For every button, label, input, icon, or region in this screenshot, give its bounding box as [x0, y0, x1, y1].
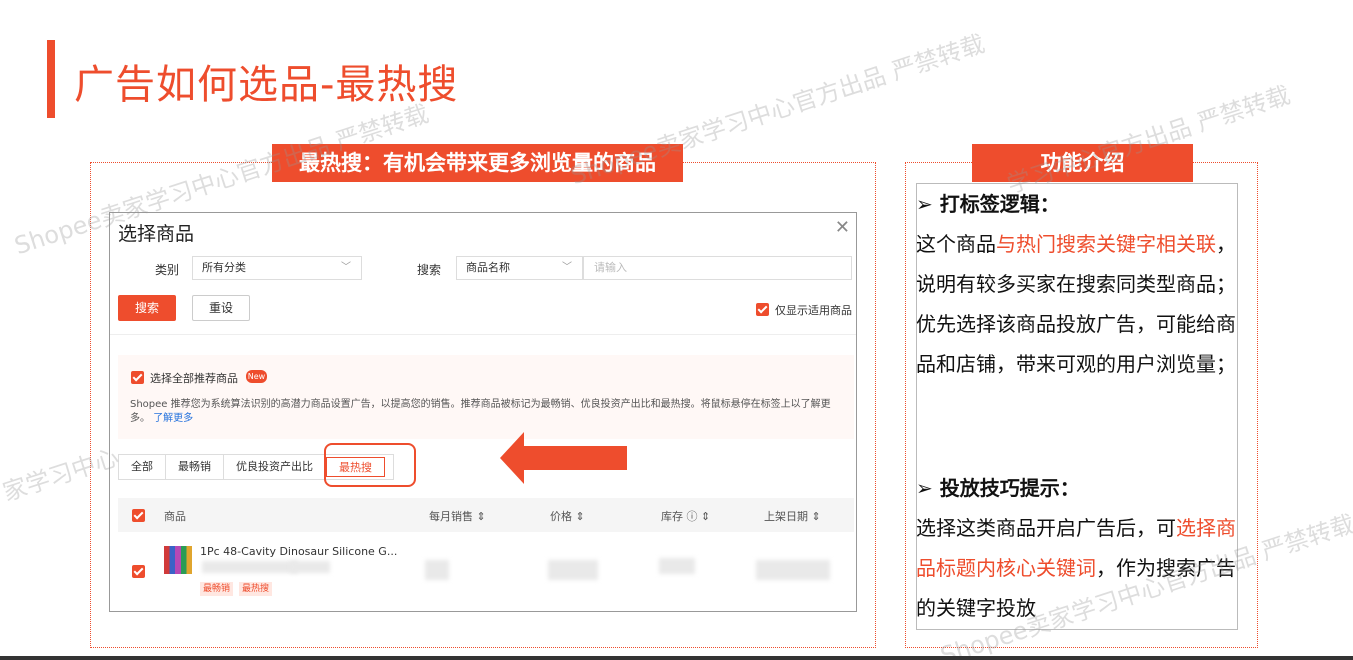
tab-all[interactable]: 全部	[119, 455, 166, 479]
category-value: 所有分类	[202, 261, 246, 274]
search-button[interactable]: 搜索	[118, 295, 176, 321]
right-panel-tag: 功能介绍	[972, 144, 1193, 182]
select-all-checkbox[interactable]	[131, 371, 144, 384]
section1-text-a: 这个商品	[916, 232, 996, 256]
page-title: 广告如何选品-最热搜	[74, 62, 459, 108]
recommend-box	[118, 355, 854, 439]
bottom-divider	[0, 656, 1353, 660]
title-accent-bar	[47, 40, 55, 118]
description-text: Shopee 推荐您为系统算法识别的高潜力商品设置广告，以提高您的销售。推荐商品…	[130, 399, 831, 424]
pointer-arrow-icon	[500, 432, 627, 484]
section2-text-a: 选择这类商品开启广告后，可	[916, 516, 1176, 540]
chevron-down-icon: ﹀	[562, 262, 572, 273]
close-icon[interactable]: ✕	[835, 217, 850, 238]
section1-highlight: 与热门搜索关键字相关联	[996, 232, 1216, 256]
header-checkbox[interactable]	[132, 509, 145, 522]
blurred-stock	[659, 558, 695, 574]
badge-best-selling: 最畅销	[200, 582, 234, 596]
search-type-value: 商品名称	[466, 261, 510, 274]
category-label: 类别	[155, 263, 180, 277]
product-name: 1Pc 48-Cavity Dinosaur Silicone G...	[200, 545, 398, 558]
new-badge: New	[246, 370, 267, 383]
blurred-text	[202, 561, 298, 573]
blurred-price	[548, 560, 598, 580]
only-show-checkbox[interactable]	[756, 303, 769, 316]
search-input[interactable]: 请输入	[583, 256, 852, 280]
column-monthly-sales[interactable]: 每月销售 ⇕	[429, 508, 486, 524]
reset-button[interactable]: 重设	[192, 295, 250, 321]
recommend-description: Shopee 推荐您为系统算法识别的高潜力商品设置广告，以提高您的销售。推荐商品…	[130, 398, 842, 426]
select-all-label: 选择全部推荐商品	[150, 372, 238, 385]
section1-heading: ➢ 打标签逻辑：	[916, 192, 1060, 216]
section2-heading: ➢ 投放技巧提示：	[916, 476, 1080, 500]
table-header	[118, 498, 854, 532]
search-label: 搜索	[417, 263, 442, 277]
row-checkbox[interactable]	[132, 565, 145, 578]
tab-highlight-box	[324, 443, 416, 487]
blurred-date	[756, 560, 830, 580]
left-panel-tag: 最热搜：有机会带来更多浏览量的商品	[272, 144, 683, 182]
learn-more-link[interactable]: 了解更多	[153, 413, 193, 424]
column-product: 商品	[164, 510, 186, 523]
only-show-label: 仅显示适用商品	[775, 304, 852, 317]
tab-good-roi[interactable]: 优良投资产出比	[224, 455, 326, 479]
select-product-modal: 选择商品 ✕ 类别 所有分类 ﹀ 搜索 商品名称 ﹀ 请输入 搜索 重设 仅显示…	[109, 212, 857, 612]
blurred-sales	[425, 560, 449, 580]
column-listing-date[interactable]: 上架日期 ⇕	[764, 508, 821, 524]
product-thumbnail	[164, 546, 192, 574]
badge-top-search: 最热搜	[239, 582, 273, 596]
tab-best-selling[interactable]: 最畅销	[166, 455, 224, 479]
divider	[110, 334, 856, 335]
search-type-select[interactable]: 商品名称 ﹀	[456, 256, 583, 280]
chevron-down-icon: ﹀	[341, 262, 351, 273]
blurred-text	[290, 561, 330, 573]
column-stock[interactable]: 库存 ⓘ ⇕	[661, 508, 710, 524]
category-select[interactable]: 所有分类 ﹀	[192, 256, 362, 280]
modal-title: 选择商品	[118, 223, 195, 245]
section1-body: 这个商品与热门搜索关键字相关联，说明有较多买家在搜索同类型商品；优先选择该商品投…	[916, 224, 1246, 384]
column-price[interactable]: 价格 ⇕	[550, 508, 585, 524]
section2-body: 选择这类商品开启广告后，可选择商品标题内核心关键词，作为搜索广告的关键字投放	[916, 508, 1246, 628]
